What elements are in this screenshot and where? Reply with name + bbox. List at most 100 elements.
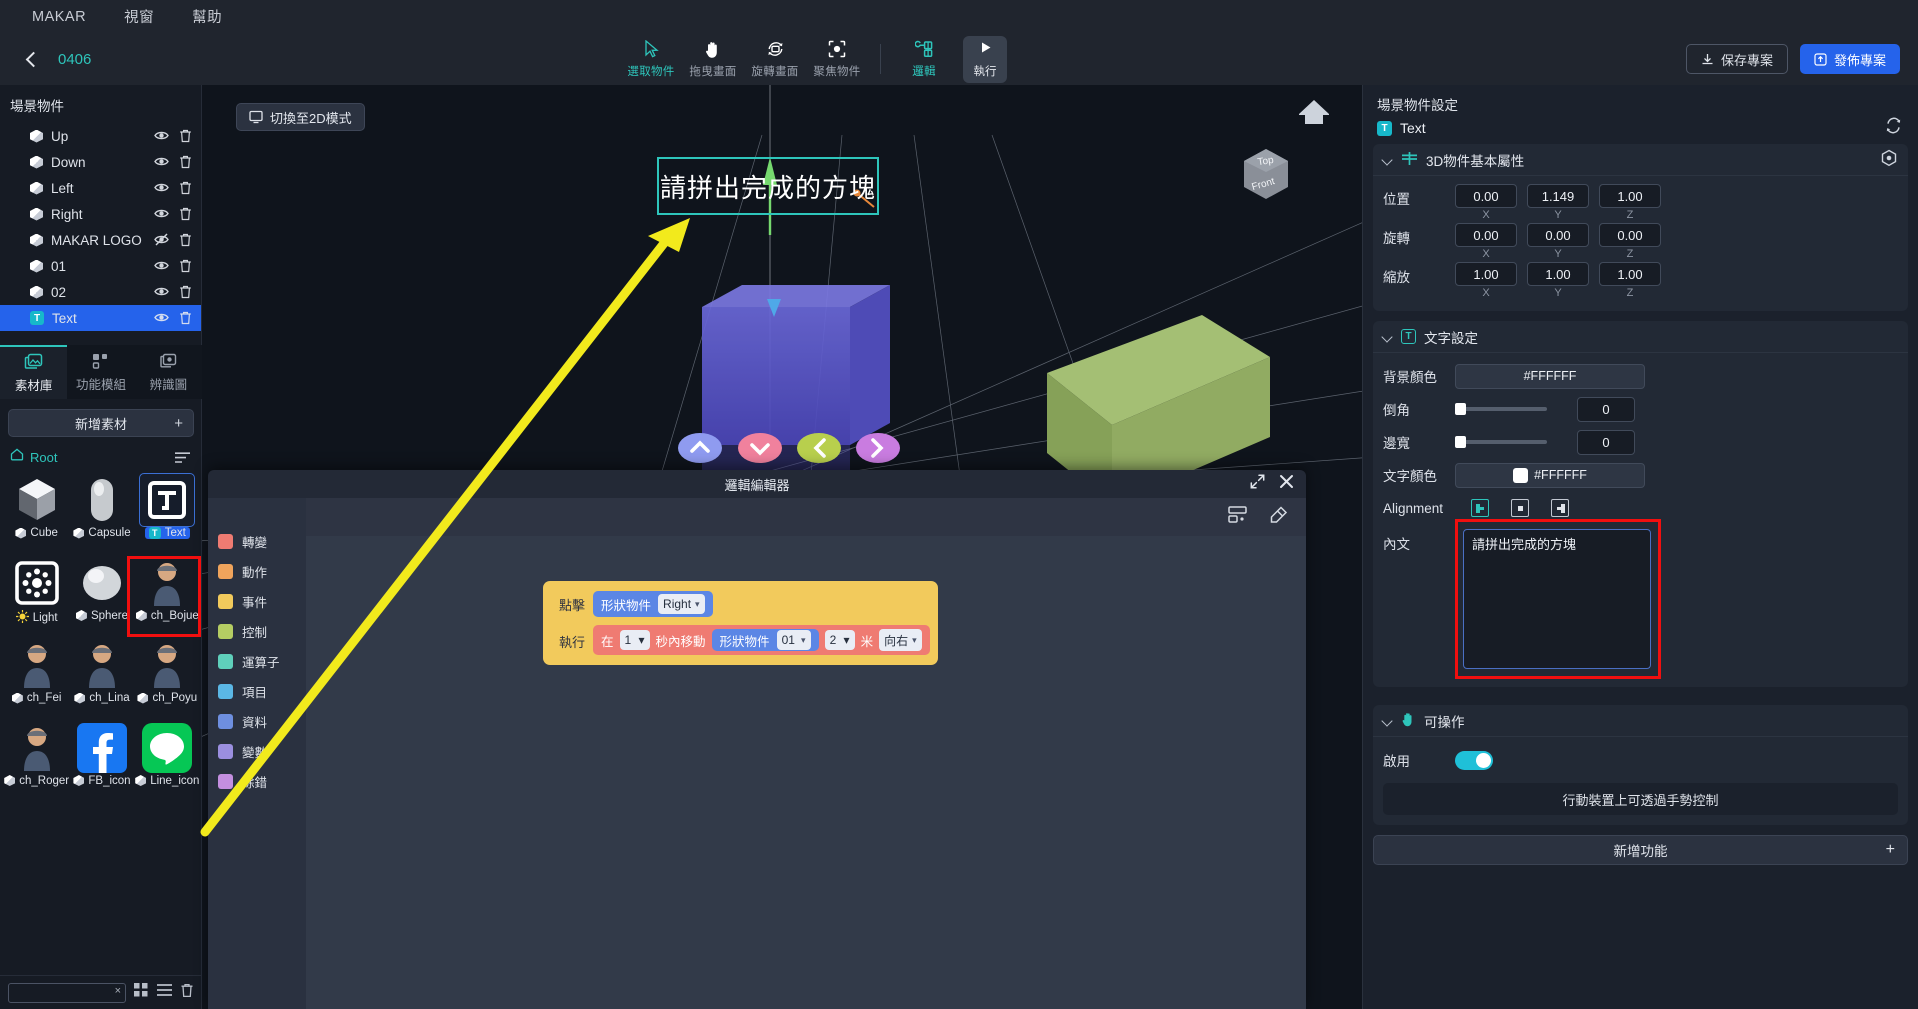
eye-icon[interactable] [154,259,169,273]
action-block[interactable]: 在 1 ▾ 秒內移動 形狀物件 01 ▾ 2 ▾ 米 向右 ▾ [593,625,930,655]
close-icon[interactable] [1279,474,1294,494]
align-center-button[interactable] [1511,499,1529,517]
vector-input[interactable] [1455,223,1517,247]
block-category-item[interactable]: 除錯 [208,766,306,796]
border-value-input[interactable] [1577,429,1635,455]
asset-item[interactable]: ch_Poyu [135,638,200,718]
eye-off-icon[interactable] [154,233,169,247]
event-target-block[interactable]: 形狀物件 Right ▾ [593,591,713,617]
block-category-item[interactable]: 項目 [208,676,306,706]
list-icon[interactable] [157,983,172,1002]
block-canvas[interactable]: 點擊 形狀物件 Right ▾ 執行 在 1 ▾ 秒內移動 形狀物件 01 ▾ … [306,498,1306,1009]
layout-blocks-icon[interactable] [1228,506,1247,528]
trash-icon[interactable] [179,129,193,143]
block-category-item[interactable]: 運算子 [208,646,306,676]
menu-item-window[interactable]: 視窗 [114,6,164,27]
block-category-item[interactable]: 事件 [208,586,306,616]
enable-toggle[interactable] [1455,750,1493,770]
eye-icon[interactable] [154,129,169,143]
bevel-slider[interactable] [1455,403,1547,415]
menu-item-help[interactable]: 幫助 [182,6,232,27]
grid-view-icon[interactable] [134,983,149,1002]
switch-2d-mode-button[interactable]: 切換至2D模式 [236,103,365,131]
save-project-button[interactable]: 保存專案 [1685,44,1788,74]
action-object-block[interactable]: 形狀物件 01 ▾ [711,629,819,651]
vector-input[interactable] [1599,262,1661,286]
back-icon[interactable] [24,51,40,67]
scene-object-row[interactable]: T Text [0,305,201,331]
add-function-button[interactable]: 新增功能 + [1373,835,1908,865]
eye-icon[interactable] [154,285,169,299]
block-category-item[interactable]: 轉變 [208,526,306,556]
list-view-icon[interactable] [175,451,190,463]
run-button[interactable]: 執行 [963,36,1007,83]
border-slider[interactable] [1455,436,1547,448]
viewport-text-object[interactable]: 請拼出完成的方塊 [657,157,879,215]
viewport-nav-buttons[interactable] [672,423,972,473]
asset-item[interactable]: ch_Lina [69,638,134,718]
content-textarea[interactable] [1463,529,1651,669]
asset-item[interactable]: Capsule [69,473,134,553]
event-target-select[interactable]: Right ▾ [658,594,705,614]
asset-item[interactable]: T Text [135,473,200,553]
block-stack[interactable]: 點擊 形狀物件 Right ▾ 執行 在 1 ▾ 秒內移動 形狀物件 01 ▾ … [543,581,938,665]
eye-icon[interactable] [154,311,169,325]
asset-item[interactable]: FB_icon [69,721,134,801]
event-block[interactable]: 點擊 形狀物件 Right ▾ 執行 在 1 ▾ 秒內移動 形狀物件 01 ▾ … [543,581,938,665]
delete-icon[interactable] [180,983,194,1003]
bevel-slider-knob[interactable] [1455,403,1466,415]
menu-item-makar[interactable]: MAKAR [22,9,96,25]
trash-icon[interactable] [179,155,193,169]
text-settings-header[interactable]: T 文字設定 [1373,321,1908,353]
tool-pan-view[interactable]: 拖曳畫面 [682,33,744,85]
trash-icon[interactable] [179,311,193,325]
action-direction-select[interactable]: 向右 ▾ [879,629,922,651]
asset-item[interactable]: Light [4,556,69,636]
vector-input[interactable] [1527,184,1589,208]
vector-input[interactable] [1455,262,1517,286]
scene-object-row[interactable]: 01 [0,253,201,279]
expand-icon[interactable] [1250,474,1265,494]
clear-icon[interactable]: × [115,985,121,997]
scene-object-row[interactable]: 02 [0,279,201,305]
refresh-icon[interactable] [1885,117,1902,139]
tab-asset-library[interactable]: 素材庫 [0,345,68,399]
clean-blocks-icon[interactable] [1269,505,1288,529]
basic-properties-header[interactable]: 3D物件基本屬性 [1373,144,1908,176]
eye-icon[interactable] [154,181,169,195]
action-object-select[interactable]: 01 ▾ [776,630,811,650]
eye-icon[interactable] [154,155,169,169]
block-category-item[interactable]: 變數 [208,736,306,766]
tool-logic[interactable]: 邏輯 [893,33,955,85]
block-category-item[interactable]: 資料 [208,706,306,736]
vector-input[interactable] [1527,262,1589,286]
vector-input[interactable] [1599,184,1661,208]
viewport-home-icon[interactable] [1296,97,1332,132]
tab-marker-image[interactable]: 辨識圖 [135,345,202,399]
trash-icon[interactable] [179,181,193,195]
text-color-field[interactable]: #FFFFFF [1455,462,1645,488]
vector-input[interactable] [1599,223,1661,247]
scene-object-row[interactable]: Down [0,149,201,175]
asset-item[interactable]: ch_Fei [4,638,69,718]
trash-icon[interactable] [179,285,193,299]
add-asset-button[interactable]: 新增素材 + [8,409,194,437]
block-category-item[interactable]: 動作 [208,556,306,586]
vector-input[interactable] [1455,184,1517,208]
vector-input[interactable] [1527,223,1589,247]
operable-header[interactable]: 可操作 [1373,705,1908,737]
bg-color-field[interactable]: #FFFFFF [1455,363,1645,389]
scene-object-row[interactable]: Right [0,201,201,227]
viewport-axis-gizmo[interactable]: Top Front [1230,137,1302,214]
gizmo-settings-icon[interactable] [1880,149,1898,170]
publish-project-button[interactable]: 發佈專案 [1799,44,1900,74]
align-left-button[interactable] [1471,499,1489,517]
trash-icon[interactable] [179,259,193,273]
tool-focus-object[interactable]: 聚焦物件 [806,33,868,85]
trash-icon[interactable] [179,233,193,247]
bevel-value-input[interactable] [1577,396,1635,422]
asset-item[interactable]: Line_icon [135,721,200,801]
search-input[interactable]: × [8,982,126,1003]
eye-icon[interactable] [154,207,169,221]
block-category-item[interactable]: 控制 [208,616,306,646]
